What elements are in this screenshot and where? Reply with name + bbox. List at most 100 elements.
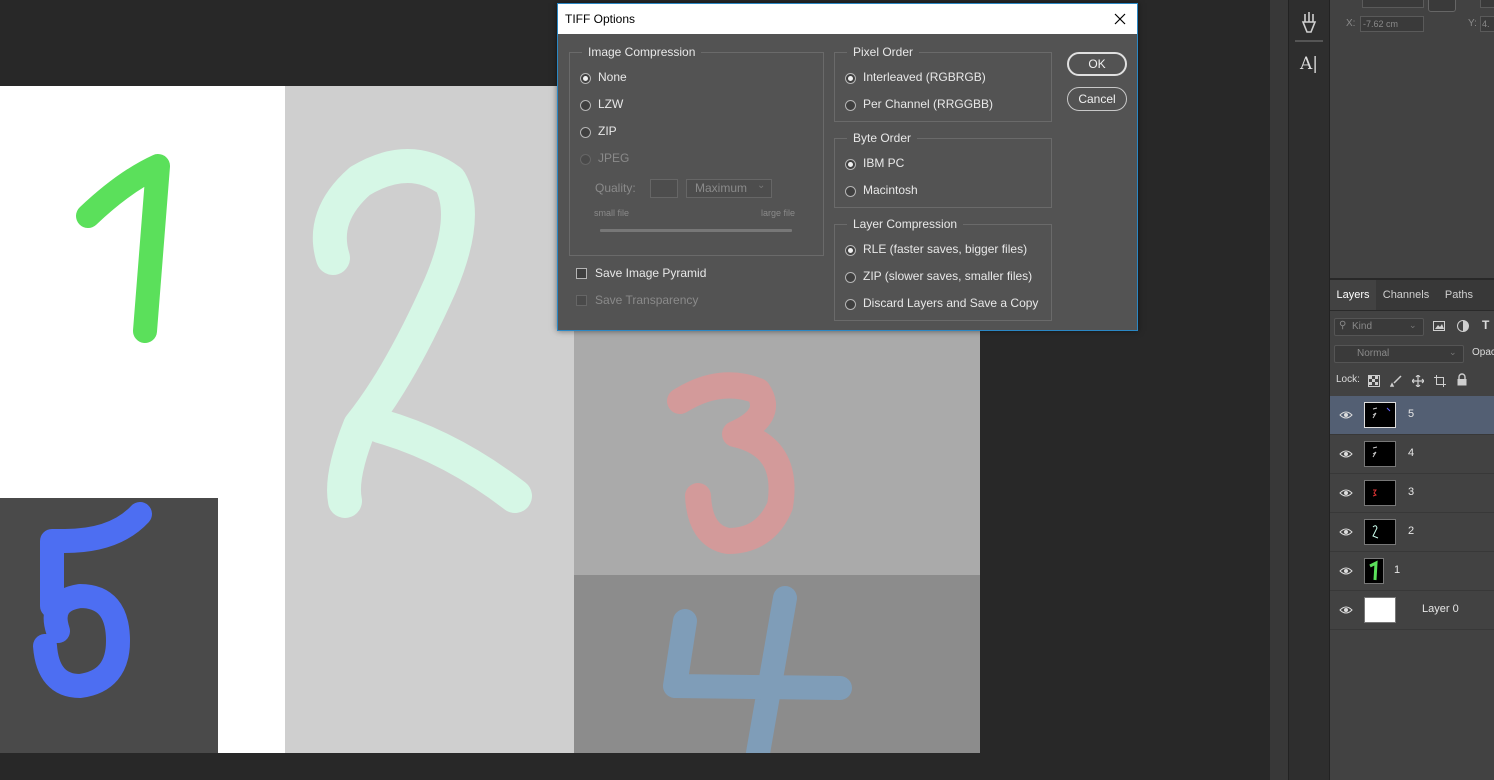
byte-order-label: Byte Order xyxy=(847,131,918,145)
byte-order-ibm-pc-radio[interactable] xyxy=(845,159,856,170)
lock-position-icon[interactable] xyxy=(1411,374,1425,388)
digit-2-stroke xyxy=(312,149,532,518)
layer-name: 1 xyxy=(1394,564,1401,576)
link-toggle-button[interactable] xyxy=(1428,0,1456,12)
layer-compression-discard-label[interactable]: Discard Layers and Save a Copy xyxy=(863,296,1038,310)
compression-zip-radio[interactable] xyxy=(580,127,591,138)
image-filter-icon[interactable] xyxy=(1432,319,1446,333)
lock-transparency-icon[interactable] xyxy=(1368,374,1380,387)
layer-row-4[interactable]: 4 xyxy=(1330,435,1494,474)
chevron-down-icon: ⌄ xyxy=(1409,320,1417,330)
visibility-eye-icon[interactable] xyxy=(1339,408,1353,422)
compression-lzw-radio[interactable] xyxy=(580,100,591,111)
save-image-pyramid-label[interactable]: Save Image Pyramid xyxy=(595,266,706,280)
layer-compression-zip-label[interactable]: ZIP (slower saves, smaller files) xyxy=(863,269,1032,283)
image-compression-group: Image Compression None LZW ZIP JPEG Qual… xyxy=(569,45,824,256)
chevron-down-icon: ⌄ xyxy=(757,180,766,191)
layer-compression-rle-label[interactable]: RLE (faster saves, bigger files) xyxy=(863,242,1027,256)
height-field[interactable] xyxy=(1480,0,1494,8)
compression-none-label[interactable]: None xyxy=(598,70,627,84)
layer-thumbnail xyxy=(1364,402,1396,428)
layer-name: 5 xyxy=(1408,408,1415,420)
layer-thumbnail xyxy=(1364,597,1396,623)
properties-panel: X: Y: xyxy=(1330,0,1494,278)
layer-compression-rle-radio[interactable] xyxy=(845,245,856,256)
layer-row-3[interactable]: 3 xyxy=(1330,474,1494,513)
y-position-field[interactable] xyxy=(1480,16,1494,32)
ok-button[interactable]: OK xyxy=(1067,52,1127,76)
tiff-options-dialog: TIFF Options Image Compression None LZW … xyxy=(557,3,1138,331)
tab-layers[interactable]: Layers xyxy=(1330,280,1376,310)
lock-artboard-icon[interactable] xyxy=(1434,374,1446,387)
lock-label: Lock: xyxy=(1336,374,1360,385)
layer-compression-discard-radio[interactable] xyxy=(845,299,856,310)
layer-row-0[interactable]: Layer 0 xyxy=(1330,591,1494,630)
blend-mode-select[interactable]: Normal ⌄ xyxy=(1334,345,1464,363)
type-filter-icon[interactable]: T xyxy=(1482,318,1489,332)
layer-thumbnail xyxy=(1364,441,1396,467)
pixel-order-interleaved-radio[interactable] xyxy=(845,73,856,84)
visibility-eye-icon[interactable] xyxy=(1339,447,1353,461)
pixel-order-group: Pixel Order Interleaved (RGBRGB) Per Cha… xyxy=(834,45,1052,122)
byte-order-ibm-pc-label[interactable]: IBM PC xyxy=(863,156,904,170)
visibility-eye-icon[interactable] xyxy=(1339,525,1353,539)
adjustment-filter-icon[interactable] xyxy=(1456,319,1470,333)
save-transparency-label: Save Transparency xyxy=(595,293,699,307)
quality-slider xyxy=(600,229,792,232)
compression-jpeg-label: JPEG xyxy=(598,151,630,165)
layers-panel: Layers Channels Paths ⚲ Kind ⌄ T Normal … xyxy=(1330,280,1494,780)
pixel-order-per-channel-label[interactable]: Per Channel (RRGGBB) xyxy=(863,97,993,111)
layer-row-5[interactable]: 5 xyxy=(1330,396,1494,435)
quality-input xyxy=(650,179,678,198)
layer-thumbnail xyxy=(1364,480,1396,506)
strip-divider xyxy=(1295,40,1323,42)
width-field[interactable] xyxy=(1362,0,1424,8)
digit-3-stroke xyxy=(667,372,795,554)
tab-channels[interactable]: Channels xyxy=(1378,280,1434,310)
panel-icon-strip: A| xyxy=(1288,0,1330,780)
compression-lzw-label[interactable]: LZW xyxy=(598,97,623,111)
character-panel-icon[interactable]: A| xyxy=(1295,50,1323,78)
brush-settings-icon[interactable] xyxy=(1295,8,1323,36)
compression-none-radio[interactable] xyxy=(580,73,591,84)
dialog-title-bar[interactable]: TIFF Options xyxy=(558,4,1137,34)
visibility-eye-icon[interactable] xyxy=(1339,486,1353,500)
byte-order-macintosh-radio[interactable] xyxy=(845,186,856,197)
byte-order-group: Byte Order IBM PC Macintosh xyxy=(834,131,1052,208)
layer-name: 3 xyxy=(1408,486,1415,498)
visibility-eye-icon[interactable] xyxy=(1339,564,1353,578)
pixel-order-label: Pixel Order xyxy=(847,45,920,59)
x-label: X: xyxy=(1346,18,1356,29)
layer-name: 2 xyxy=(1408,525,1415,537)
layer-compression-zip-radio[interactable] xyxy=(845,272,856,283)
layer-thumbnail xyxy=(1364,558,1384,584)
cancel-button[interactable]: Cancel xyxy=(1067,87,1127,111)
close-icon[interactable] xyxy=(1111,10,1129,28)
pixel-order-per-channel-radio[interactable] xyxy=(845,100,856,111)
chevron-down-icon: ⌄ xyxy=(1449,347,1457,357)
filter-kind-label: Kind xyxy=(1352,321,1373,332)
quality-select-value: Maximum xyxy=(695,181,748,195)
save-image-pyramid-checkbox[interactable] xyxy=(576,268,587,279)
digit-4-stroke xyxy=(663,586,852,753)
layer-thumbnail xyxy=(1364,519,1396,545)
save-transparency-checkbox xyxy=(576,295,587,306)
visibility-eye-icon[interactable] xyxy=(1339,603,1353,617)
lock-pixels-icon[interactable] xyxy=(1389,374,1402,387)
layer-row-2[interactable]: 2 xyxy=(1330,513,1494,552)
layer-row-1[interactable]: 1 xyxy=(1330,552,1494,591)
byte-order-macintosh-label[interactable]: Macintosh xyxy=(863,183,918,197)
lock-all-icon[interactable] xyxy=(1456,373,1468,386)
layer-filter-select[interactable]: ⚲ Kind ⌄ xyxy=(1334,318,1424,336)
panel-tabs: Layers Channels Paths xyxy=(1330,280,1494,311)
compression-zip-label[interactable]: ZIP xyxy=(598,124,617,138)
tab-paths[interactable]: Paths xyxy=(1436,280,1482,310)
x-position-field[interactable] xyxy=(1360,16,1424,32)
quality-select: Maximum ⌄ xyxy=(686,179,772,198)
layer-compression-label: Layer Compression xyxy=(847,217,964,231)
digit-5-stroke xyxy=(33,502,152,698)
pixel-order-interleaved-label[interactable]: Interleaved (RGBRGB) xyxy=(863,70,986,84)
search-icon: ⚲ xyxy=(1339,320,1347,331)
dialog-title: TIFF Options xyxy=(565,12,636,26)
large-file-label: large file xyxy=(761,208,796,218)
